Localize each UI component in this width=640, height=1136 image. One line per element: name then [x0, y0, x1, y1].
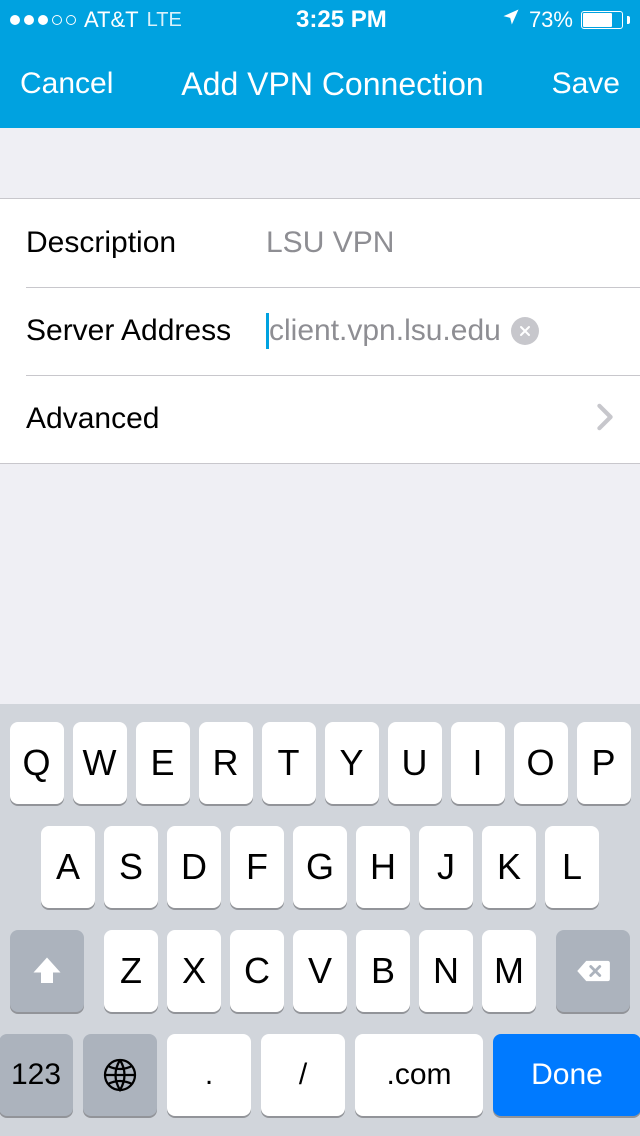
location-icon — [501, 7, 521, 33]
key-a[interactable]: A — [41, 826, 95, 908]
backspace-icon — [575, 953, 611, 989]
nav-bar: Cancel Add VPN Connection Save — [0, 40, 640, 128]
network-label: LTE — [147, 9, 182, 32]
advanced-label: Advanced — [26, 402, 159, 436]
battery-icon — [581, 11, 630, 29]
server-value-text: client.vpn.lsu.edu — [269, 314, 501, 348]
key-b[interactable]: B — [356, 930, 410, 1012]
description-field[interactable]: LSU VPN — [266, 226, 614, 260]
advanced-row[interactable]: Advanced — [0, 375, 640, 463]
backspace-key[interactable] — [556, 930, 630, 1012]
key-m[interactable]: M — [482, 930, 536, 1012]
content-area: Description LSU VPN Server Address clien… — [0, 128, 640, 464]
key-q[interactable]: Q — [10, 722, 64, 804]
key-t[interactable]: T — [262, 722, 316, 804]
key-i[interactable]: I — [451, 722, 505, 804]
key-z[interactable]: Z — [104, 930, 158, 1012]
key-n[interactable]: N — [419, 930, 473, 1012]
server-label: Server Address — [26, 314, 266, 348]
key-u[interactable]: U — [388, 722, 442, 804]
key-j[interactable]: J — [419, 826, 473, 908]
key-g[interactable]: G — [293, 826, 347, 908]
keyboard-row-3: ZXCVBNM — [6, 930, 634, 1012]
slash-key[interactable]: / — [261, 1034, 345, 1116]
keyboard-row-1: QWERTYUIOP — [6, 722, 634, 804]
key-h[interactable]: H — [356, 826, 410, 908]
key-f[interactable]: F — [230, 826, 284, 908]
status-left: AT&T LTE — [10, 7, 182, 33]
chevron-right-icon — [596, 403, 614, 436]
shift-key[interactable] — [10, 930, 84, 1012]
clear-text-button[interactable] — [511, 317, 539, 345]
done-key[interactable]: Done — [493, 1034, 640, 1116]
save-button[interactable]: Save — [552, 67, 620, 101]
page-title: Add VPN Connection — [181, 66, 483, 103]
battery-percent: 73% — [529, 7, 573, 33]
key-x[interactable]: X — [167, 930, 221, 1012]
key-w[interactable]: W — [73, 722, 127, 804]
numbers-key[interactable]: 123 — [0, 1034, 73, 1116]
keyboard-row-4: 123 . / .com Done — [6, 1034, 634, 1116]
keyboard: QWERTYUIOP ASDFGHJKL ZXCVBNM 123 . / .co… — [0, 704, 640, 1136]
form-group: Description LSU VPN Server Address clien… — [0, 198, 640, 464]
key-v[interactable]: V — [293, 930, 347, 1012]
globe-key[interactable] — [83, 1034, 157, 1116]
key-y[interactable]: Y — [325, 722, 379, 804]
key-l[interactable]: L — [545, 826, 599, 908]
status-time: 3:25 PM — [296, 6, 387, 34]
key-k[interactable]: K — [482, 826, 536, 908]
key-r[interactable]: R — [199, 722, 253, 804]
cancel-button[interactable]: Cancel — [20, 67, 113, 101]
shift-icon — [29, 953, 65, 989]
status-right: 73% — [501, 7, 630, 33]
key-p[interactable]: P — [577, 722, 631, 804]
description-row[interactable]: Description LSU VPN — [0, 199, 640, 287]
period-key[interactable]: . — [167, 1034, 251, 1116]
key-c[interactable]: C — [230, 930, 284, 1012]
key-d[interactable]: D — [167, 826, 221, 908]
x-icon — [519, 325, 531, 337]
key-o[interactable]: O — [514, 722, 568, 804]
key-s[interactable]: S — [104, 826, 158, 908]
signal-dots-icon — [10, 15, 76, 25]
key-e[interactable]: E — [136, 722, 190, 804]
status-bar: AT&T LTE 3:25 PM 73% — [0, 0, 640, 40]
server-field[interactable]: client.vpn.lsu.edu — [266, 313, 614, 349]
description-label: Description — [26, 226, 266, 260]
keyboard-row-2: ASDFGHJKL — [6, 826, 634, 908]
dotcom-key[interactable]: .com — [355, 1034, 483, 1116]
server-row[interactable]: Server Address client.vpn.lsu.edu — [0, 287, 640, 375]
globe-icon — [102, 1057, 138, 1093]
carrier-label: AT&T — [84, 7, 139, 33]
